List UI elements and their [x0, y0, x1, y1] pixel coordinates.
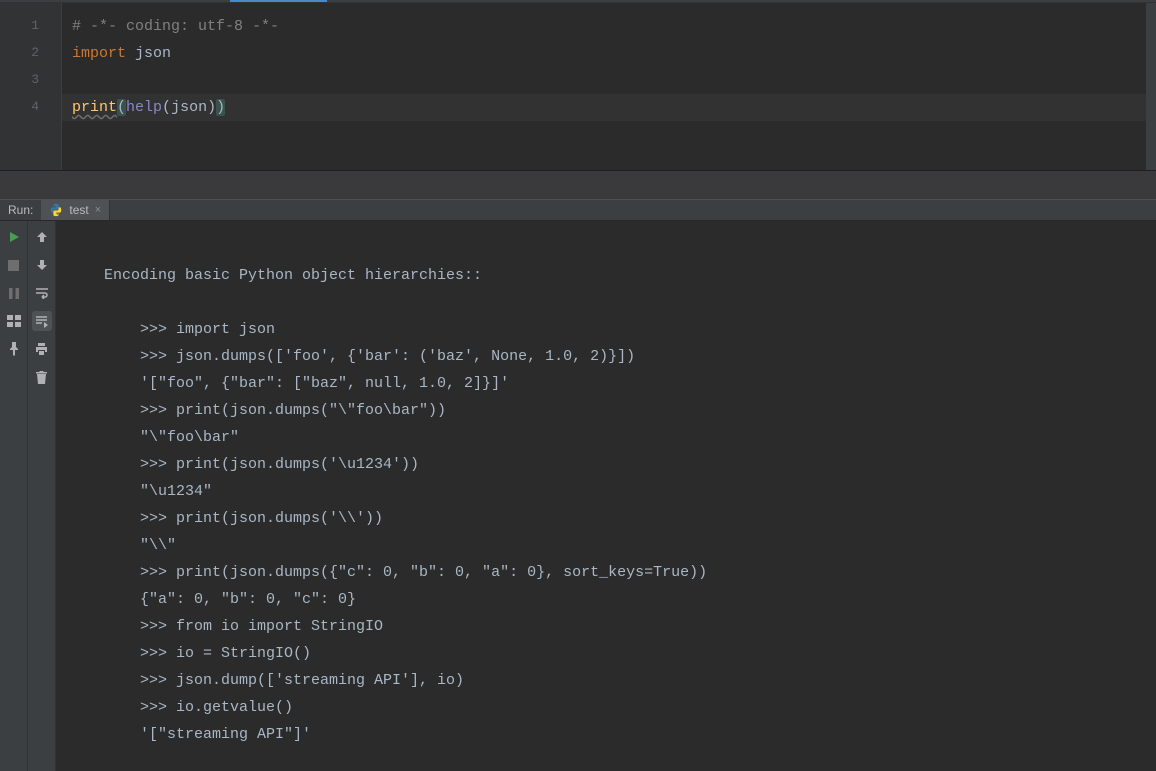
console-line: "\\" — [104, 532, 1146, 559]
console-line: '["foo", {"bar": ["baz", null, 1.0, 2]}]… — [104, 370, 1146, 397]
pin-button[interactable] — [4, 339, 24, 359]
soft-wrap-button[interactable] — [32, 283, 52, 303]
layout-button[interactable] — [4, 311, 24, 331]
console-line — [104, 289, 1146, 316]
console-line: >>> print(json.dumps({"c": 0, "b": 0, "a… — [104, 559, 1146, 586]
console-line: >>> print(json.dumps('\u1234')) — [104, 451, 1146, 478]
panel-splitter[interactable] — [0, 171, 1156, 199]
line-number: 1 — [0, 12, 39, 39]
run-toolwindow-header: Run: test × — [0, 199, 1156, 221]
code-builtin-print: print — [72, 99, 117, 116]
paren-open-inner: ( — [162, 99, 171, 116]
close-icon[interactable]: × — [95, 204, 101, 216]
line-number: 4 — [0, 93, 39, 120]
paren-close: ) — [216, 99, 225, 116]
code-ident-json: json — [126, 45, 171, 62]
console-output[interactable]: Encoding basic Python object hierarchies… — [56, 221, 1156, 771]
console-line: >>> io = StringIO() — [104, 640, 1146, 667]
run-tab-label: test — [69, 203, 88, 217]
line-number: 2 — [0, 39, 39, 66]
console-line: >>> print(json.dumps('\\')) — [104, 505, 1146, 532]
clear-all-button[interactable] — [32, 367, 52, 387]
code-comment: # -*- coding: utf-8 -*- — [72, 18, 279, 35]
python-file-icon — [49, 203, 63, 217]
stop-button[interactable] — [4, 255, 24, 275]
print-button[interactable] — [32, 339, 52, 359]
console-line — [104, 235, 1146, 262]
code-area[interactable]: # -*- coding: utf-8 -*- import json prin… — [62, 3, 1146, 170]
console-line: >>> json.dumps(['foo', {'bar': ('baz', N… — [104, 343, 1146, 370]
line-number: 3 — [0, 66, 39, 93]
code-editor[interactable]: 1 2 3 4 # -*- coding: utf-8 -*- import j… — [0, 3, 1156, 171]
console-line: Encoding basic Python object hierarchies… — [104, 262, 1146, 289]
paren-open: ( — [117, 99, 126, 116]
console-line: >>> import json — [104, 316, 1146, 343]
console-line: >>> print(json.dumps("\"foo\bar")) — [104, 397, 1146, 424]
scroll-to-end-button[interactable] — [32, 311, 52, 331]
console-line: >>> json.dump(['streaming API'], io) — [104, 667, 1146, 694]
down-button[interactable] — [32, 255, 52, 275]
editor-scrollbar[interactable] — [1146, 3, 1156, 170]
code-builtin-help: help — [126, 99, 162, 116]
rerun-button[interactable] — [4, 227, 24, 247]
run-tab-test[interactable]: test × — [41, 200, 110, 220]
console-line: '["streaming API"]' — [104, 721, 1146, 748]
run-label: Run: — [0, 203, 41, 217]
console-line: {"a": 0, "b": 0, "c": 0} — [104, 586, 1146, 613]
console-line: >>> io.getvalue() — [104, 694, 1146, 721]
console-line: >>> from io import StringIO — [104, 613, 1146, 640]
console-line: "\u1234" — [104, 478, 1146, 505]
code-keyword-import: import — [72, 45, 126, 62]
console-actions-toolbar — [28, 221, 56, 771]
console-line: "\"foo\bar" — [104, 424, 1146, 451]
paren-close-inner: ) — [207, 99, 216, 116]
run-actions-toolbar — [0, 221, 28, 771]
up-button[interactable] — [32, 227, 52, 247]
line-number-gutter: 1 2 3 4 — [0, 3, 62, 170]
code-ident-json-arg: json — [171, 99, 207, 116]
active-tab-indicator — [230, 0, 327, 2]
pause-button[interactable] — [4, 283, 24, 303]
run-toolwindow-body: Encoding basic Python object hierarchies… — [0, 221, 1156, 771]
